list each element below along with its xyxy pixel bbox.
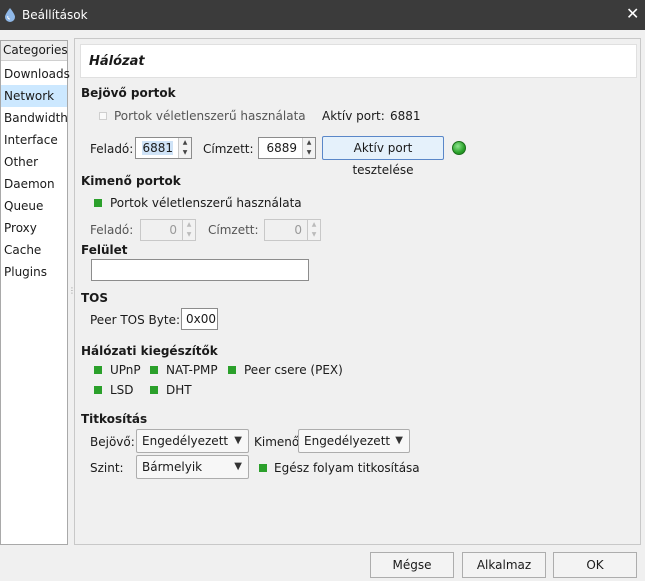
incoming-from-spinbox[interactable]: 6881 ▲ ▼ [135, 137, 192, 159]
outgoing-random-checkbox[interactable] [94, 199, 102, 207]
sidebar-item-network[interactable]: Network [1, 85, 67, 107]
upnp-checkbox[interactable] [94, 366, 102, 374]
incoming-to-label: Címzett: [203, 142, 254, 156]
outgoing-from-label: Feladó: [90, 223, 134, 237]
ok-button[interactable]: OK [553, 552, 637, 578]
close-icon[interactable]: ✕ [626, 6, 640, 22]
full-stream-encryption-label: Egész folyam titkosítása [274, 461, 420, 475]
sidebar-item-daemon[interactable]: Daemon [1, 173, 67, 195]
port-status-indicator [452, 141, 466, 155]
incoming-from-label: Feladó: [90, 142, 134, 156]
lsd-checkbox[interactable] [94, 386, 102, 394]
spin-arrows-icon: ▲ ▼ [182, 220, 195, 240]
apply-button[interactable]: Alkalmaz [462, 552, 546, 578]
outgoing-random-label: Portok véletlenszerű használata [110, 196, 302, 210]
incoming-random-label: Portok véletlenszerű használata [114, 109, 306, 123]
incoming-random-checkbox[interactable] [99, 112, 107, 120]
encryption-out-select[interactable]: Engedélyezett ▼ [298, 429, 410, 453]
tos-heading: TOS [81, 291, 109, 305]
test-active-port-button[interactable]: Aktív port tesztelése [322, 136, 444, 177]
natpmp-label: NAT-PMP [166, 363, 218, 377]
upnp-label: UPnP [110, 363, 141, 377]
interface-heading: Felület [81, 243, 128, 257]
encryption-out-label: Kimenő: [254, 435, 304, 449]
peer-tos-label: Peer TOS Byte: [90, 313, 180, 327]
page-title: Hálózat [89, 54, 145, 69]
sidebar-item-downloads[interactable]: Downloads [1, 63, 70, 85]
window-title: Beállítások [22, 8, 88, 22]
encryption-out-value: Engedélyezett [304, 434, 391, 448]
pex-label: Peer csere (PEX) [244, 363, 343, 377]
chevron-down-icon: ▼ [395, 435, 403, 446]
encryption-level-value: Bármelyik [142, 460, 203, 474]
sidebar-item-bandwidth[interactable]: Bandwidth [1, 107, 68, 129]
incoming-ports-heading: Bejövő portok [81, 86, 176, 100]
spin-arrows-icon[interactable]: ▲ ▼ [302, 138, 315, 158]
full-stream-encryption-checkbox[interactable] [259, 464, 267, 472]
incoming-to-value[interactable]: 6889 [266, 141, 297, 155]
outgoing-to-spinbox[interactable]: 0 ▲ ▼ [264, 219, 321, 241]
dht-label: DHT [166, 383, 192, 397]
encryption-in-label: Bejövő: [90, 435, 135, 449]
encryption-in-value: Engedélyezett [142, 434, 229, 448]
droplet-icon [5, 8, 15, 22]
incoming-to-spinbox[interactable]: 6889 ▲ ▼ [258, 137, 316, 159]
sidebar-item-proxy[interactable]: Proxy [1, 217, 67, 239]
peer-tos-input[interactable]: 0x00 [181, 308, 218, 330]
interface-input[interactable] [91, 259, 309, 281]
sidebar-item-queue[interactable]: Queue [1, 195, 67, 217]
sidebar-item-other[interactable]: Other [1, 151, 67, 173]
lsd-label: LSD [110, 383, 134, 397]
sidebar-item-interface[interactable]: Interface [1, 129, 67, 151]
active-port-label: Aktív port: [322, 109, 385, 123]
sidebar-item-cache[interactable]: Cache [1, 239, 67, 261]
sidebar-item-plugins[interactable]: Plugins [1, 261, 67, 283]
encryption-heading: Titkosítás [81, 412, 148, 426]
cancel-button[interactable]: Mégse [370, 552, 454, 578]
encryption-in-select[interactable]: Engedélyezett ▼ [136, 429, 249, 453]
active-port-value: 6881 [390, 109, 421, 123]
splitter-handle[interactable]: ⋮ [68, 286, 76, 296]
encryption-level-label: Szint: [90, 461, 124, 475]
outgoing-ports-heading: Kimenő portok [81, 174, 181, 188]
outgoing-from-value: 0 [169, 223, 177, 237]
category-list: Categories Downloads Network Bandwidth I… [0, 40, 70, 545]
dht-checkbox[interactable] [150, 386, 158, 394]
outgoing-to-label: Címzett: [208, 223, 259, 237]
peer-tos-value[interactable]: 0x00 [186, 312, 216, 326]
incoming-from-value[interactable]: 6881 [142, 141, 173, 155]
extensions-heading: Hálózati kiegészítők [81, 344, 218, 358]
category-list-header: Categories [1, 41, 68, 61]
spin-arrows-icon[interactable]: ▲ ▼ [178, 138, 191, 158]
chevron-down-icon: ▼ [234, 461, 242, 472]
outgoing-to-value: 0 [294, 223, 302, 237]
spin-arrows-icon: ▲ ▼ [307, 220, 320, 240]
natpmp-checkbox[interactable] [150, 366, 158, 374]
page-title-box: Hálózat [80, 44, 637, 78]
pex-checkbox[interactable] [228, 366, 236, 374]
title-bar: Beállítások ✕ [0, 0, 645, 30]
outgoing-from-spinbox[interactable]: 0 ▲ ▼ [140, 219, 196, 241]
chevron-down-icon: ▼ [234, 435, 242, 446]
encryption-level-select[interactable]: Bármelyik ▼ [136, 455, 249, 479]
